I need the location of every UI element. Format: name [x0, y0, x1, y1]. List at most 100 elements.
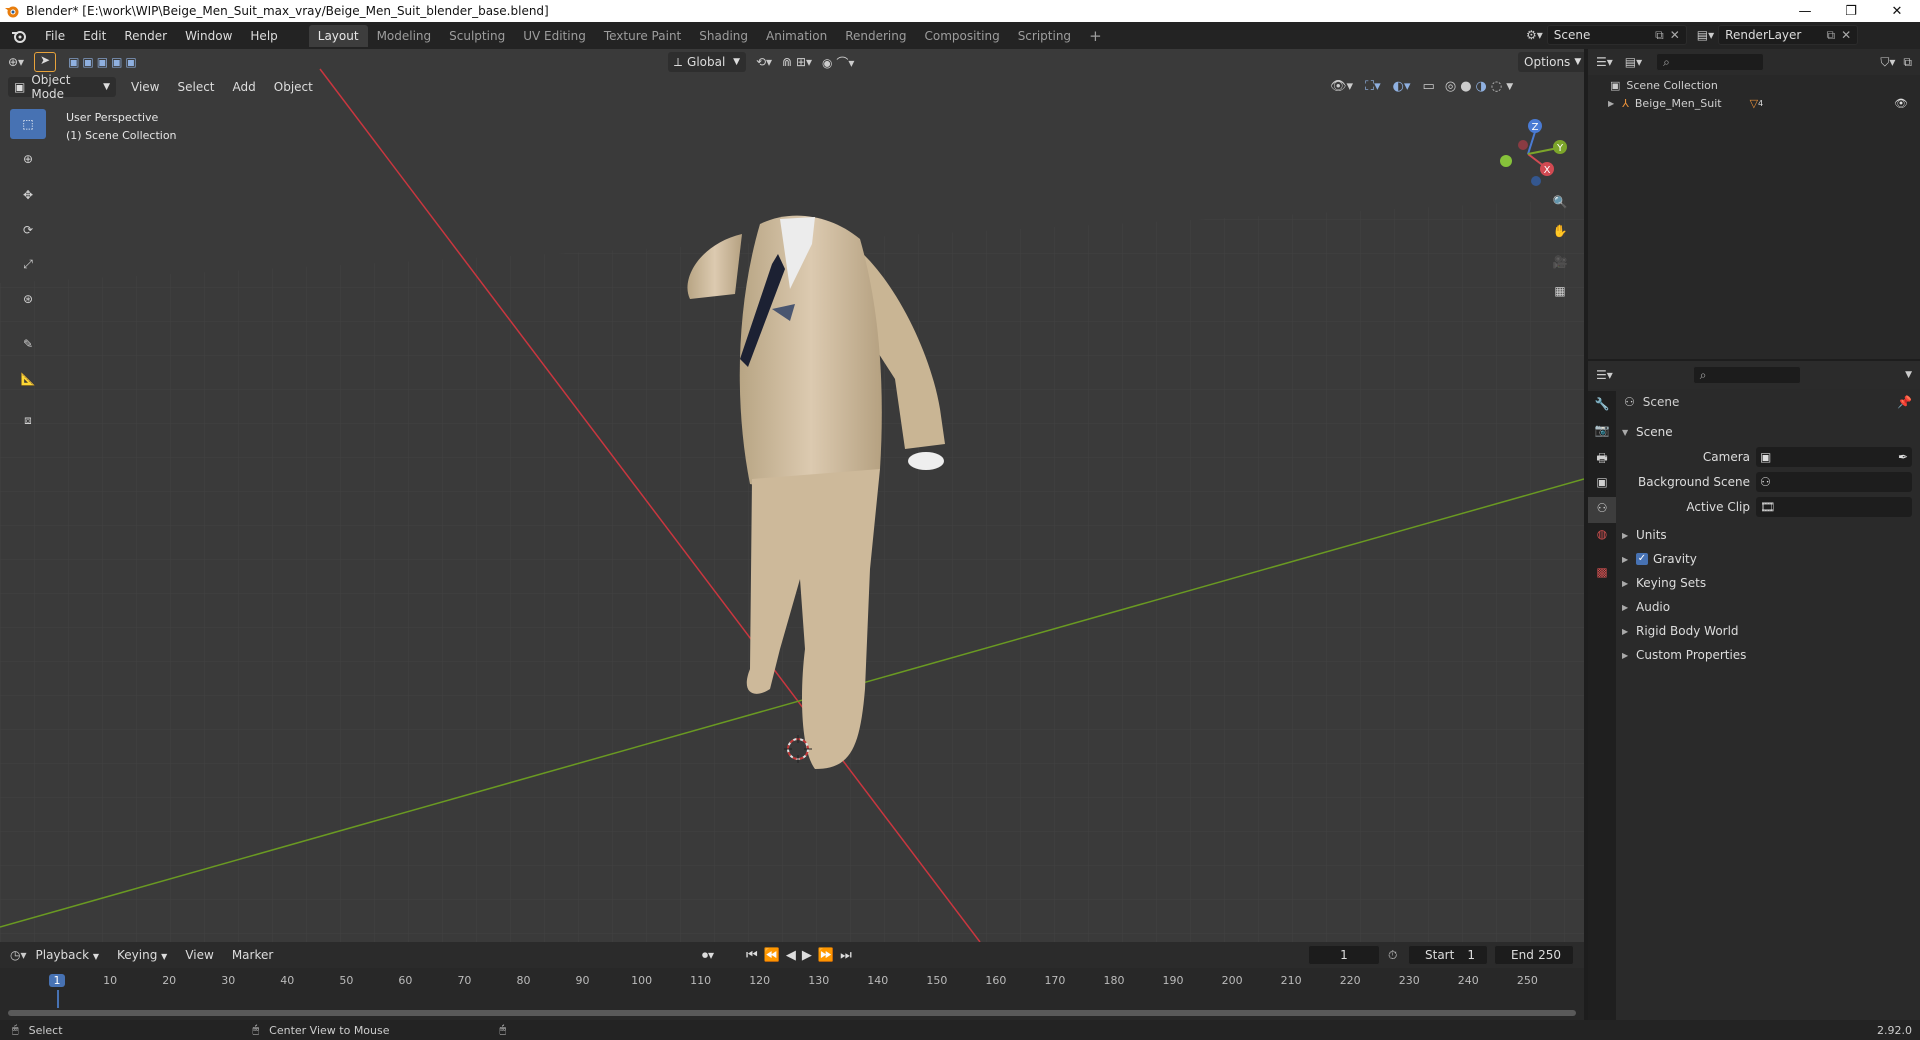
blender-menu-icon[interactable]	[6, 28, 36, 44]
chevron-down-icon[interactable]: ▼	[1905, 370, 1912, 380]
display-mode-icon[interactable]: ▤▾	[1625, 55, 1642, 69]
rendered-shading-icon[interactable]: ◌	[1491, 79, 1502, 94]
camera-view-button[interactable]: 🎥	[1546, 248, 1574, 276]
gizmo-neg-y[interactable]	[1500, 155, 1512, 167]
outliner-search-input[interactable]: ⌕	[1656, 53, 1765, 71]
wireframe-shading-icon[interactable]: ◎	[1445, 79, 1456, 94]
tab-texture-paint[interactable]: Texture Paint	[595, 25, 690, 47]
options-button[interactable]: Options ▼	[1518, 52, 1584, 72]
outliner-item-beige-men-suit[interactable]: ▶ ⅄ Beige_Men_Suit ▽ 4 👁	[1608, 97, 1908, 110]
play-icon[interactable]: ▶	[802, 948, 812, 963]
filter-icon[interactable]: ⛉▾	[1880, 55, 1895, 70]
timeline-editor-icon[interactable]: ◷▾	[10, 948, 27, 962]
viewport-menu-view[interactable]: View	[122, 80, 168, 94]
add-workspace-button[interactable]: +	[1080, 23, 1111, 49]
measure-tool[interactable]: 📐	[10, 364, 46, 394]
jump-keyframe-forward-icon[interactable]: ⏩	[818, 948, 834, 963]
snap-icon[interactable]: ⋒ ⊞▾	[782, 55, 812, 69]
proportional-edit-icon[interactable]: ◉ ⌒▾	[822, 54, 854, 71]
stopwatch-icon[interactable]: ⏱	[1388, 948, 1397, 963]
properties-search-input[interactable]: ⌕	[1692, 366, 1801, 384]
background-scene-field[interactable]: ⚇	[1756, 472, 1912, 492]
transform-tool[interactable]: ⊛	[10, 284, 46, 314]
cursor-tool[interactable]: ⊕	[10, 144, 46, 174]
units-panel-header[interactable]: ▶ Units	[1622, 524, 1914, 546]
3d-viewport[interactable]: ⊕▾ ➤ ▣▣▣▣▣ ▣ Object Mode ▼ View Select A…	[0, 49, 1584, 942]
gravity-panel-header[interactable]: ▶ ✓ Gravity	[1622, 548, 1914, 570]
tab-rendering[interactable]: Rendering	[836, 25, 915, 47]
visibility-icon[interactable]: 👁▾	[1330, 79, 1353, 94]
play-reverse-icon[interactable]: ◀	[786, 948, 796, 963]
move-tool[interactable]: ✥	[10, 180, 46, 210]
keying-sets-panel-header[interactable]: ▶ Keying Sets	[1622, 572, 1914, 594]
viewport-scene[interactable]	[0, 49, 1584, 942]
material-shading-icon[interactable]: ◑	[1476, 79, 1487, 94]
menu-help[interactable]: Help	[241, 29, 286, 43]
scale-tool[interactable]: ⤢	[10, 249, 46, 279]
scene-selector[interactable]: Scene ⧉ ✕	[1546, 25, 1687, 45]
scene-icon[interactable]: ⚙▾	[1526, 28, 1543, 42]
timeline-menu-view[interactable]: View	[176, 948, 222, 962]
jump-end-icon[interactable]: ⏭	[840, 948, 852, 963]
end-frame-field[interactable]: End 250	[1494, 945, 1574, 965]
remove-layer-icon[interactable]: ✕	[1841, 28, 1851, 42]
menu-window[interactable]: Window	[176, 29, 241, 43]
xray-icon[interactable]: ▭	[1423, 79, 1435, 94]
minimize-button[interactable]: —	[1782, 4, 1828, 19]
jump-start-icon[interactable]: ⏮	[746, 948, 758, 963]
gizmo-neg-x[interactable]	[1518, 140, 1528, 150]
add-cube-tool[interactable]: ⧈	[10, 405, 46, 435]
annotate-tool[interactable]: ✎	[10, 329, 46, 359]
camera-field[interactable]: ▣ ✒	[1756, 447, 1912, 467]
current-frame-field[interactable]: 1	[1308, 945, 1380, 965]
shading-options-icon[interactable]: ▼	[1506, 82, 1513, 92]
tool-tab[interactable]: 🔧	[1588, 391, 1616, 419]
mode-selector[interactable]: ▣ Object Mode ▼	[8, 73, 116, 101]
view-layer-icon[interactable]: ▤▾	[1697, 28, 1714, 42]
new-layer-icon[interactable]: ⧉	[1827, 28, 1836, 43]
expand-arrow-icon[interactable]: ▶	[1608, 99, 1614, 108]
ortho-toggle-button[interactable]: ▦	[1546, 277, 1574, 305]
gravity-checkbox[interactable]: ✓	[1636, 553, 1648, 565]
jump-keyframe-back-icon[interactable]: ⏪	[764, 948, 780, 963]
zoom-view-button[interactable]: 🔍	[1546, 188, 1574, 216]
select-box-tool[interactable]: ⬚	[10, 109, 46, 139]
output-tab[interactable]: 🖶	[1588, 445, 1616, 471]
navigation-gizmo[interactable]: Z X Y	[1490, 114, 1570, 194]
new-collection-icon[interactable]: ⧉	[1903, 55, 1912, 70]
tab-uv-editing[interactable]: UV Editing	[514, 25, 595, 47]
record-icon[interactable]: ⏺▾	[702, 948, 714, 963]
solid-shading-icon[interactable]: ●	[1460, 79, 1471, 94]
tab-shading[interactable]: Shading	[690, 25, 757, 47]
editor-type-icon[interactable]: ⊕▾	[8, 55, 24, 69]
transform-orientation-selector[interactable]: ⟂ Global ▼	[668, 52, 746, 72]
remove-scene-icon[interactable]: ✕	[1670, 28, 1680, 42]
new-scene-icon[interactable]: ⧉	[1655, 28, 1664, 43]
active-clip-field[interactable]: 🎞	[1756, 497, 1912, 517]
scene-panel-header[interactable]: ▼ Scene	[1622, 421, 1914, 443]
menu-render[interactable]: Render	[115, 29, 176, 43]
tab-sculpting[interactable]: Sculpting	[440, 25, 514, 47]
timeline-scrollbar[interactable]	[8, 1010, 1576, 1016]
viewport-menu-add[interactable]: Add	[224, 80, 265, 94]
timeline-menu-keying[interactable]: Keying ▼	[108, 948, 176, 962]
tab-layout[interactable]: Layout	[308, 24, 368, 47]
rotate-tool[interactable]: ⟳	[10, 215, 46, 245]
select-mode-icon[interactable]: ➤	[34, 52, 57, 72]
timeline-menu-marker[interactable]: Marker	[223, 948, 282, 962]
tab-scripting[interactable]: Scripting	[1009, 25, 1080, 47]
menu-edit[interactable]: Edit	[74, 29, 115, 43]
gizmo-neg-z[interactable]	[1531, 176, 1541, 186]
rigid-body-world-panel-header[interactable]: ▶ Rigid Body World	[1622, 620, 1914, 642]
tab-compositing[interactable]: Compositing	[915, 25, 1008, 47]
frame-ruler[interactable]: 1 10 20 30 40 50 60 70 80 90 100 110 120 130 140 150 160…	[0, 972, 1584, 990]
viewport-menu-select[interactable]: Select	[168, 80, 223, 94]
world-tab[interactable]: ◍	[1588, 523, 1616, 549]
pan-view-button[interactable]: ✋	[1546, 217, 1574, 245]
eye-icon[interactable]: 👁	[1894, 97, 1908, 110]
timeline-menu-playback[interactable]: Playback ▼	[27, 948, 109, 962]
view-layer-tab[interactable]: ▣	[1588, 471, 1616, 497]
gizmo-toggle-icon[interactable]: ⛶▾	[1365, 79, 1381, 94]
viewport-menu-object[interactable]: Object	[265, 80, 322, 94]
outliner-root[interactable]: Scene Collection	[1626, 79, 1717, 92]
